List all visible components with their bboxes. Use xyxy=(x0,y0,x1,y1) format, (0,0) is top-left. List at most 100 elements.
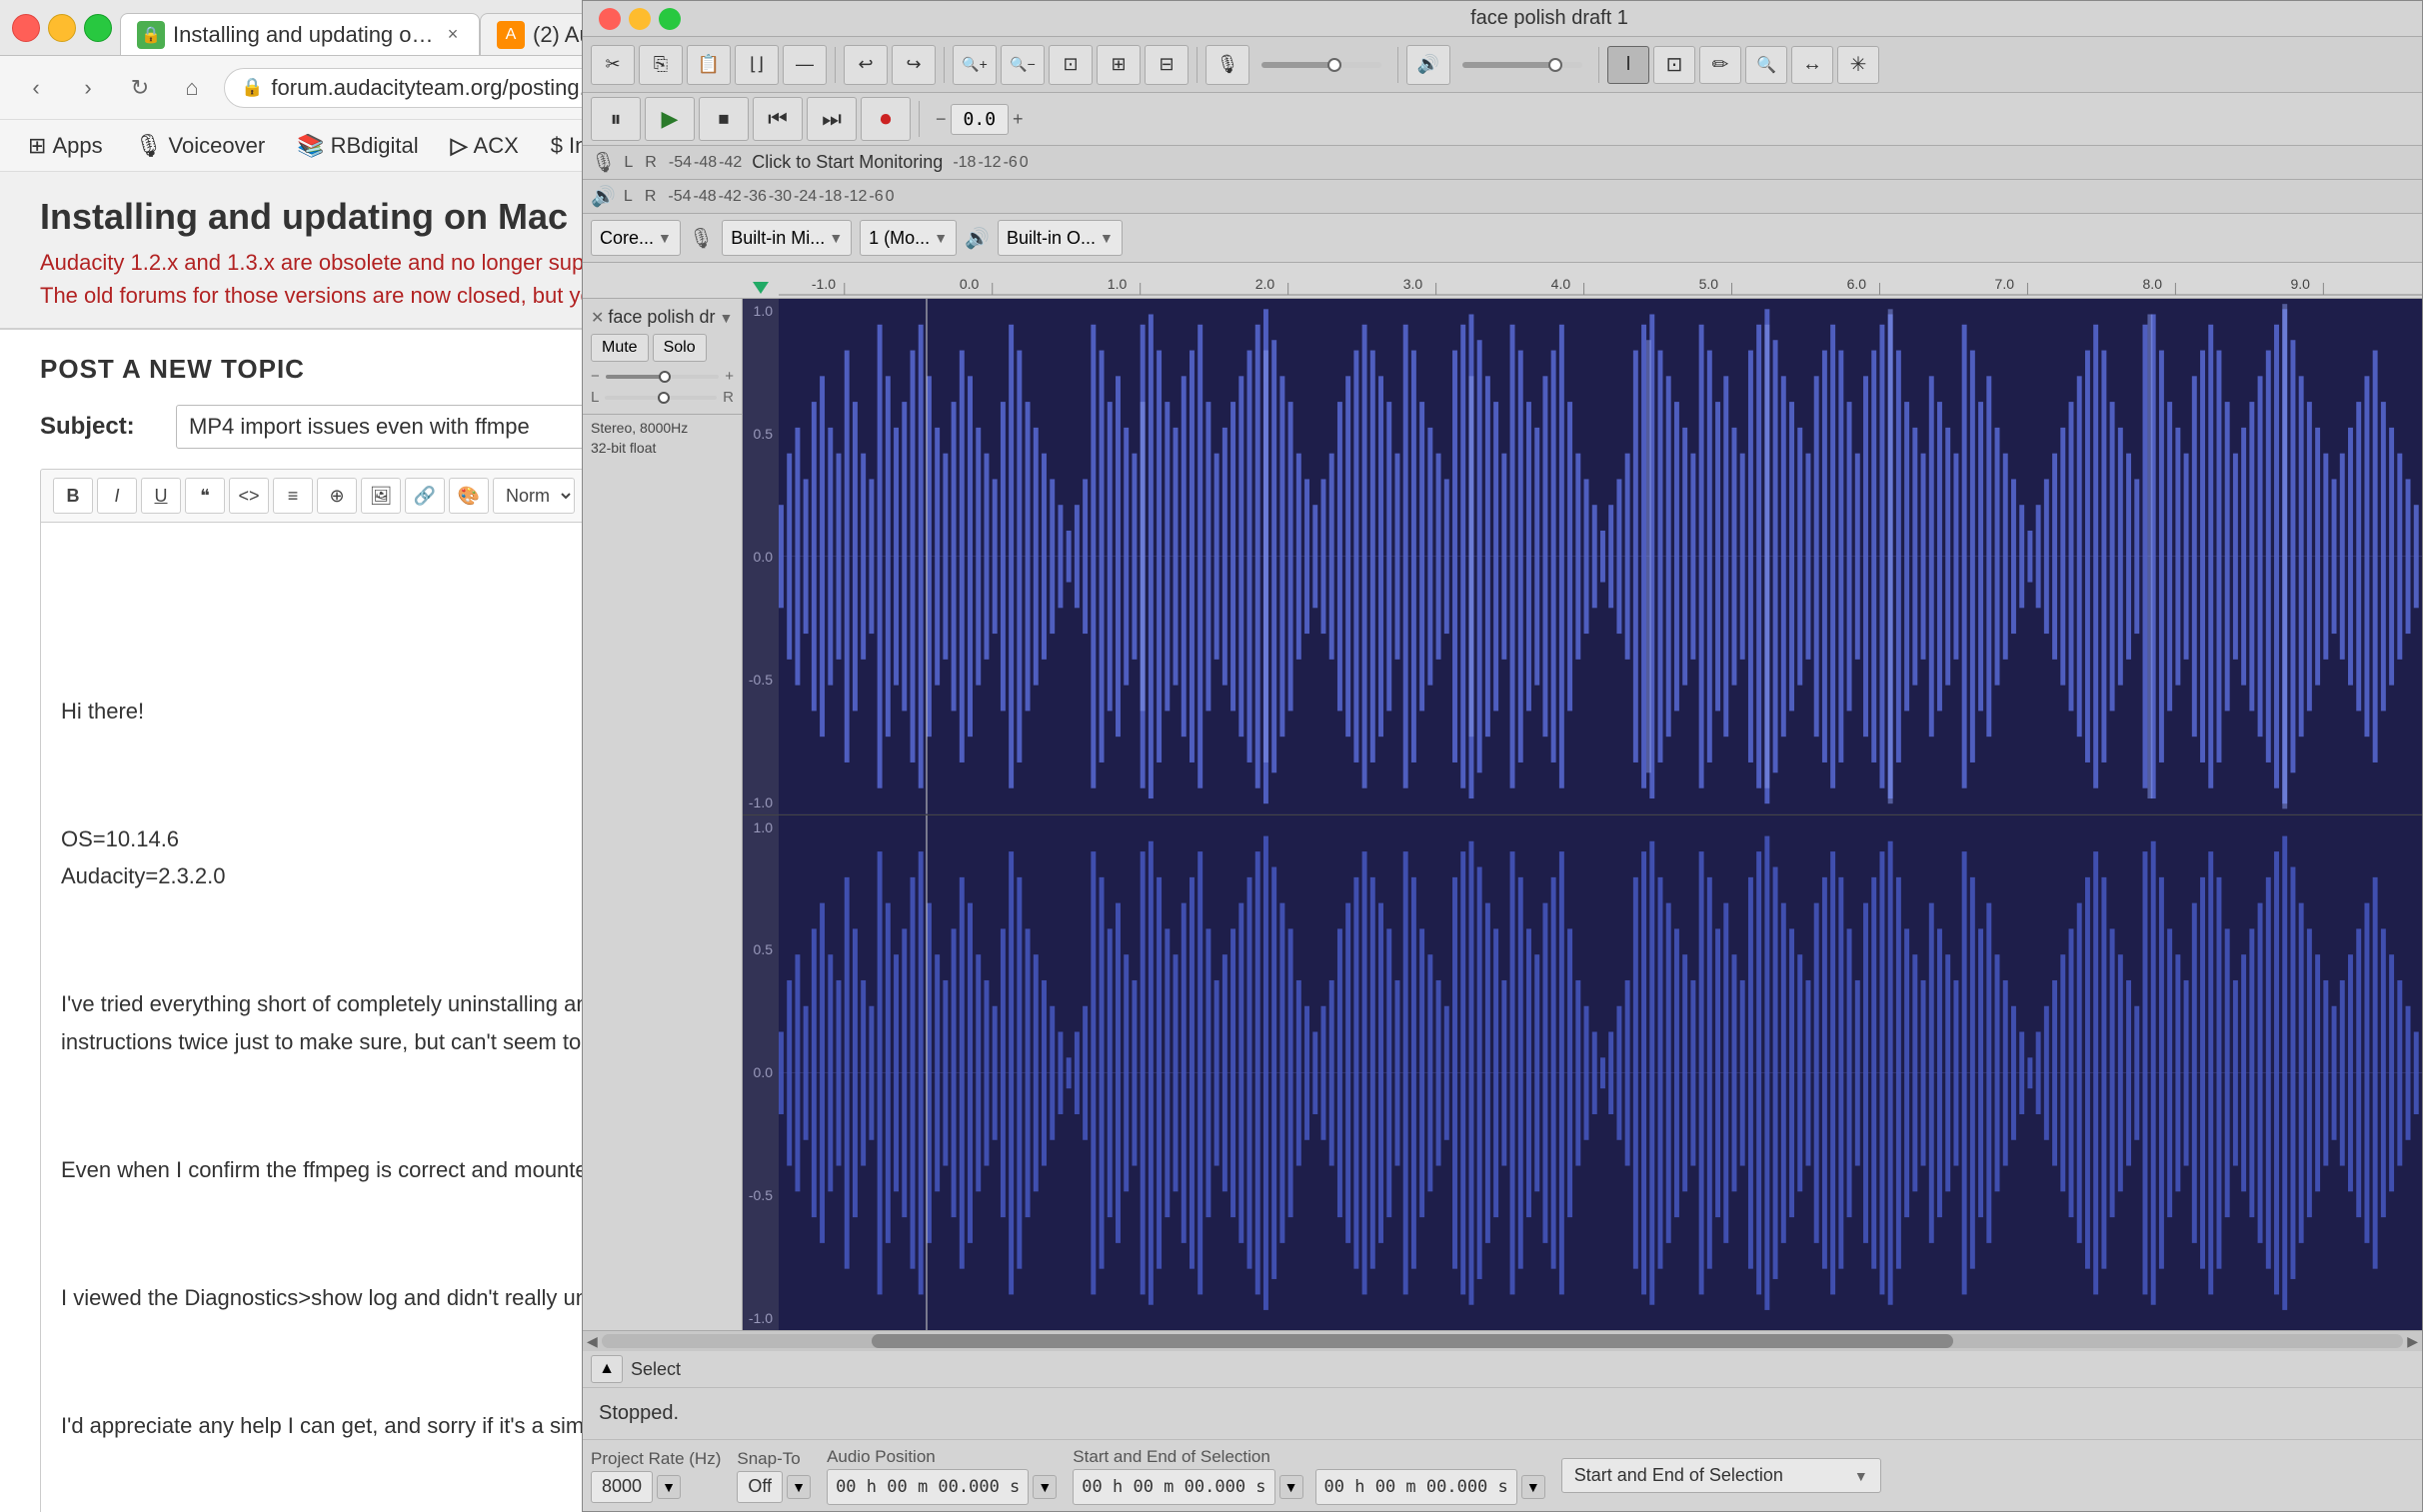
toolbar-separator-4 xyxy=(1397,47,1398,83)
aud-minimize-button[interactable] xyxy=(629,8,651,30)
aud-close-button[interactable] xyxy=(599,8,621,30)
scroll-left-btn[interactable]: ◀ xyxy=(587,1333,598,1350)
scroll-right-btn[interactable]: ▶ xyxy=(2407,1333,2418,1350)
solo-button[interactable]: Solo xyxy=(653,334,707,362)
record-level-slider[interactable] xyxy=(1261,62,1381,68)
monitoring-text[interactable]: Click to Start Monitoring xyxy=(752,152,943,173)
select-button[interactable]: Select xyxy=(631,1359,681,1380)
record-button[interactable]: ⏺ xyxy=(861,97,911,141)
host-select[interactable]: Core... ▼ xyxy=(591,220,681,256)
selection-start-value[interactable]: 00 h 00 m 00.000 s xyxy=(1073,1469,1274,1505)
audacity-title-bar: face polish draft 1 xyxy=(583,1,2422,37)
paste-button[interactable]: 📋 xyxy=(687,45,731,85)
bookmark-voiceover[interactable]: 🎙 Voiceover xyxy=(123,127,278,165)
stop-button[interactable]: ⏹ xyxy=(699,97,749,141)
channel-select[interactable]: 1 (Mo... ▼ xyxy=(860,220,957,256)
tab-close-installing[interactable]: × xyxy=(443,25,463,45)
pan-slider-thumb xyxy=(658,392,670,404)
aud-position-bar: Project Rate (Hz) 8000 ▼ Snap-To Off ▼ xyxy=(583,1439,2422,1511)
track-dropdown-icon[interactable]: ▼ xyxy=(719,310,733,326)
scrollbar-track[interactable] xyxy=(602,1334,2403,1348)
quote-button[interactable]: ❝ xyxy=(185,478,225,514)
multi-tool-button[interactable]: ✳ xyxy=(1837,46,1879,84)
refresh-button[interactable]: ↻ xyxy=(120,68,160,108)
zoom-tool-button[interactable]: 🔍 xyxy=(1745,46,1787,84)
track-close-button[interactable]: ✕ xyxy=(591,308,604,328)
envelope-tool-button[interactable]: ⊡ xyxy=(1653,46,1695,84)
record-level-button[interactable]: 🎙 xyxy=(1206,45,1249,85)
gain-slider[interactable] xyxy=(606,375,719,379)
link-button[interactable]: 🔗 xyxy=(405,478,445,514)
tab-installing[interactable]: 🔒 Installing and updating on Mac × xyxy=(120,13,480,55)
copy-button[interactable]: ⎘ xyxy=(639,45,683,85)
waveform-area[interactable]: 1.0 0.5 0.0 -0.5 -1.0 xyxy=(743,299,2422,1330)
zoom-toggle-button[interactable]: ⊟ xyxy=(1145,45,1189,85)
zoom-fit-button[interactable]: ⊞ xyxy=(1097,45,1141,85)
bold-button[interactable]: B xyxy=(53,478,93,514)
zoom-out-button[interactable]: 🔍− xyxy=(1001,45,1045,85)
skip-start-button[interactable]: ⏮ xyxy=(753,97,803,141)
forward-button[interactable]: › xyxy=(68,68,108,108)
scale-0-0: 0.0 xyxy=(745,549,777,565)
bookmark-rbdigital[interactable]: 📚 RBdigital xyxy=(285,127,430,165)
trim-button[interactable]: ⌊⌋ xyxy=(735,45,779,85)
transport-separator xyxy=(919,101,920,137)
pan-slider[interactable] xyxy=(605,396,717,400)
image-button[interactable]: 🖼 xyxy=(361,478,401,514)
selection-end-value[interactable]: 00 h 00 m 00.000 s xyxy=(1315,1469,1517,1505)
timeshift-tool-button[interactable]: ↔ xyxy=(1791,46,1833,84)
zoom-in-button[interactable]: 🔍+ xyxy=(953,45,997,85)
playback-level-button[interactable]: 🔊 xyxy=(1406,45,1450,85)
close-button[interactable] xyxy=(12,14,40,42)
snap-to-value[interactable]: Off xyxy=(737,1471,783,1503)
scrollbar-thumb[interactable] xyxy=(872,1334,1952,1348)
project-rate-section: Project Rate (Hz) 8000 ▼ xyxy=(591,1449,721,1503)
ruler-svg: -1.0 0.0 1.0 2.0 3.0 4.0 5.0 6.0 7.0 8.0 xyxy=(779,263,2422,298)
scrollbar-row[interactable]: ◀ ▶ xyxy=(583,1331,2422,1351)
maximize-button[interactable] xyxy=(84,14,112,42)
draw-tool-button[interactable]: ✏ xyxy=(1699,46,1741,84)
back-button[interactable]: ‹ xyxy=(16,68,56,108)
playback-level-slider[interactable] xyxy=(1462,62,1582,68)
bookmark-apps[interactable]: ⊞ Apps xyxy=(16,127,115,165)
redo-button[interactable]: ↪ xyxy=(892,45,936,85)
bookmark-acx[interactable]: ▷ ACX xyxy=(439,127,531,165)
playback-meter[interactable]: 🔊 L R -54 -48 -42 -36 -30 -24 -18 -12 -6… xyxy=(591,184,895,209)
font-size-select[interactable]: Norm xyxy=(493,478,575,514)
ordered-list-button[interactable]: ⊕ xyxy=(317,478,357,514)
underline-button[interactable]: U xyxy=(141,478,181,514)
cut-button[interactable]: ✂ xyxy=(591,45,635,85)
zoom-sel-button[interactable]: ⊡ xyxy=(1049,45,1093,85)
minimize-button[interactable] xyxy=(48,14,76,42)
snap-to-label: Snap-To xyxy=(737,1449,811,1469)
undo-button[interactable]: ↩ xyxy=(844,45,888,85)
mute-button[interactable]: Mute xyxy=(591,334,649,362)
track-header: ✕ face polish dr ▼ Mute Solo − + L xyxy=(583,299,742,415)
code-button[interactable]: <> xyxy=(229,478,269,514)
snap-to-dropdown[interactable]: ▼ xyxy=(787,1475,811,1499)
pause-button[interactable]: ⏸ xyxy=(591,97,641,141)
selection-end-dropdown[interactable]: ▼ xyxy=(1521,1475,1545,1499)
italic-button[interactable]: I xyxy=(97,478,137,514)
skip-end-button[interactable]: ⏭ xyxy=(807,97,857,141)
bookmark-apps-label: Apps xyxy=(52,133,102,159)
input-select[interactable]: Built-in Mi... ▼ xyxy=(722,220,852,256)
output-select[interactable]: Built-in O... ▼ xyxy=(998,220,1123,256)
play-button[interactable]: ▶ xyxy=(645,97,695,141)
list-button[interactable]: ≡ xyxy=(273,478,313,514)
silence-button[interactable]: — xyxy=(783,45,827,85)
home-button[interactable]: ⌂ xyxy=(172,68,212,108)
select-tool-button[interactable]: I xyxy=(1607,46,1649,84)
aud-maximize-button[interactable] xyxy=(659,8,681,30)
track-scroll-up[interactable]: ▲ xyxy=(591,1355,623,1383)
audio-position-value[interactable]: 00 h 00 m 00.000 s xyxy=(827,1469,1029,1505)
tab-favicon-lock: 🔒 xyxy=(137,21,165,49)
audacity-window: face polish draft 1 ✂ ⎘ 📋 ⌊⌋ — ↩ ↪ 🔍+ 🔍−… xyxy=(582,0,2423,1512)
audio-position-dropdown[interactable]: ▼ xyxy=(1033,1475,1057,1499)
record-meter[interactable]: 🎙 L R -54 -48 -42 Click to Start Monitor… xyxy=(591,150,1029,175)
project-rate-dropdown[interactable]: ▼ xyxy=(657,1475,681,1499)
color-button[interactable]: 🎨 xyxy=(449,478,489,514)
selection-start-dropdown[interactable]: ▼ xyxy=(1279,1475,1303,1499)
project-rate-value[interactable]: 8000 xyxy=(591,1471,653,1503)
selection-type-dropdown[interactable]: Start and End of Selection ▼ xyxy=(1561,1458,1881,1493)
